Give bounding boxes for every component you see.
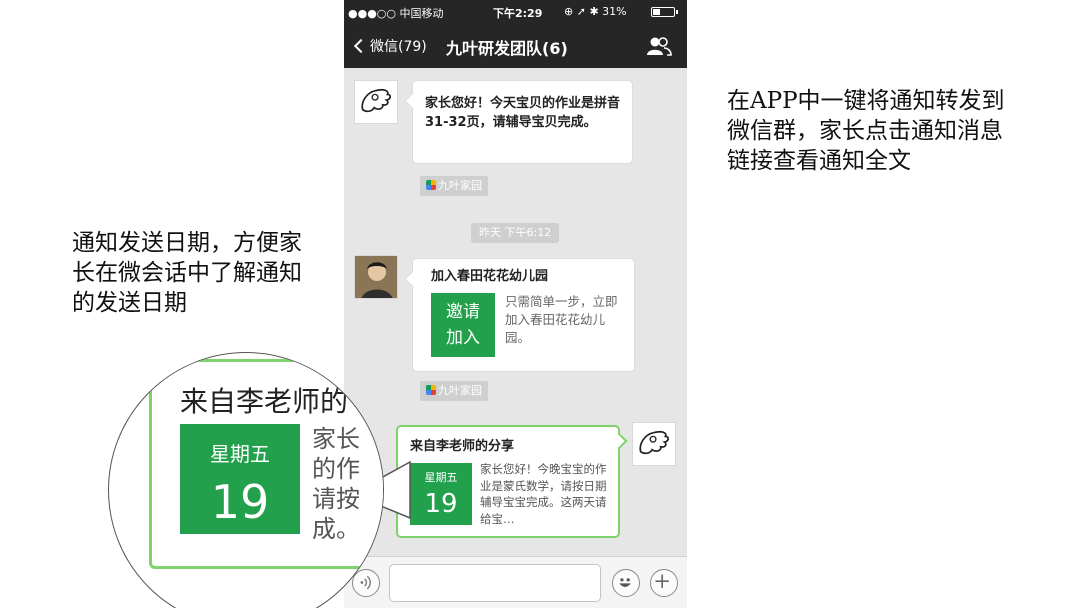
wing-logo-icon (639, 430, 670, 455)
emoji-button[interactable] (612, 569, 640, 597)
group-members-icon[interactable] (646, 36, 672, 56)
nav-bar: 微信(79) 九叶研发团队(6) (344, 24, 687, 68)
status-time: 下午2:29 (493, 7, 543, 20)
source-label-2: 九叶家园 (438, 384, 482, 397)
avatar-app-bot[interactable] (354, 80, 398, 124)
message-input[interactable] (389, 564, 601, 602)
invite-join-button[interactable]: 邀请 加入 (431, 293, 495, 357)
magnifier-circle: 来自李老师的 星期五 19 家长 的作 请按 成。 (108, 352, 384, 608)
location-icon: ➚ (576, 5, 586, 18)
magnified-card: 来自李老师的 星期五 19 家长 的作 请按 成。 (149, 359, 383, 569)
chat-title: 九叶研发团队(6) (446, 39, 568, 58)
source-label-1: 九叶家园 (438, 179, 482, 192)
phone-screen: ●●●○○ 中国移动 下午2:29 ⊕ ➚ ✱ 31% 微信(79) 九叶研发团… (344, 0, 687, 608)
plus-icon (655, 574, 669, 588)
more-button[interactable] (650, 569, 678, 597)
message-bubble-2[interactable]: 加入春田花花幼儿园 邀请 加入 只需简单一步，立即加入春田花花幼儿园。 (404, 258, 635, 372)
annotation-right: 在APP中一键将通知转发到微信群，家长点击通知消息链接查看通知全文 (727, 88, 1005, 174)
carrier-label: ●●●○○ 中国移动 (348, 7, 444, 20)
share-title: 来自李老师的分享 (410, 439, 515, 454)
magnified-date-box: 星期五 19 (180, 424, 300, 534)
status-bar: ●●●○○ 中国移动 下午2:29 ⊕ ➚ ✱ 31% (344, 0, 687, 24)
invite-description: 只需简单一步，立即加入春田花花幼儿园。 (505, 294, 618, 345)
avatar-sender-app[interactable] (632, 422, 676, 466)
smiley-icon (619, 578, 631, 587)
avatar-user[interactable] (354, 255, 398, 299)
chevron-left-icon (353, 38, 369, 54)
voice-button[interactable] (352, 569, 380, 597)
share-day: 19 (424, 489, 458, 519)
message-bubble-3[interactable]: 来自李老师的分享 星期五 19 家长您好！今晚宝宝的作业是蒙氏数学，请按日期辅导… (396, 425, 628, 538)
status-icons: ⊕ ➚ ✱ 31% (564, 5, 627, 18)
magnified-text: 家长 的作 请按 成。 (312, 425, 360, 543)
annotation-left: 通知发送日期，方便家长在微会话中了解通知的发送日期 (72, 230, 302, 316)
stage: 在APP中一键将通知转发到微信群，家长点击通知消息链接查看通知全文 通知发送日期… (0, 0, 1080, 608)
alarm-icon: ⊕ (564, 5, 574, 18)
back-label: 微信(79) (370, 39, 427, 55)
invite-title: 加入春田花花幼儿园 (431, 269, 549, 284)
wing-logo-icon (361, 88, 392, 113)
battery-percent: 31% (602, 5, 627, 18)
message-bubble-1[interactable]: 家长您好！今天宝贝的作业是拼音31-32页，请辅导宝贝完成。 (404, 80, 633, 164)
back-button[interactable]: 微信(79) (352, 36, 427, 56)
input-bar (344, 556, 687, 608)
source-tag-2[interactable]: 九叶家园 (420, 381, 488, 401)
jiuye-logo-icon (426, 180, 436, 190)
battery-icon (651, 7, 678, 17)
timestamp-label: 昨天 下午6:12 (471, 223, 560, 243)
message-text-1: 家长您好！今天宝贝的作业是拼音31-32页，请辅导宝贝完成。 (425, 96, 621, 130)
share-description: 家长您好！今晚宝宝的作业是蒙氏数学，请按日期辅导宝宝完成。这两天请给宝… (480, 462, 607, 526)
magnified-day: 19 (210, 475, 270, 529)
bluetooth-icon: ✱ (589, 5, 599, 18)
magnified-weekday: 星期五 (210, 442, 270, 466)
magnified-title: 来自李老师的 (180, 385, 349, 418)
share-weekday: 星期五 (424, 471, 458, 484)
voice-icon (360, 575, 371, 590)
jiuye-logo-icon (426, 385, 436, 395)
user-photo-icon (355, 256, 397, 298)
share-date-box: 星期五 19 (410, 463, 472, 525)
source-tag-1[interactable]: 九叶家园 (420, 176, 488, 196)
